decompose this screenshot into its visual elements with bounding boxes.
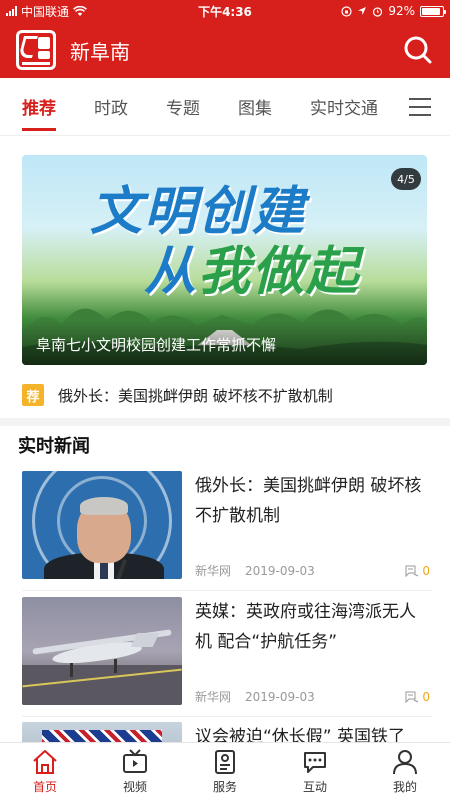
home-icon <box>33 750 57 774</box>
alarm-icon <box>373 6 383 17</box>
news-thumbnail <box>22 597 182 705</box>
location-icon <box>358 7 367 15</box>
app-header: 新阜南 <box>0 22 450 78</box>
banner-headline-2-first: 从 <box>144 242 199 302</box>
rotation-lock-icon <box>341 5 352 17</box>
category-tabs: 推荐 时政 专题 图集 实时交通 <box>0 78 450 136</box>
comment-count: 0 <box>422 563 430 578</box>
carrier-label: 中国联通 <box>21 4 70 19</box>
tab-recommend[interactable]: 推荐 <box>22 78 56 135</box>
comment-icon <box>405 565 419 577</box>
bottom-navigation: 首页 视频 服务 互动 我的 <box>0 742 450 800</box>
nav-service-label: 服务 <box>212 780 237 794</box>
battery-percent: 92% <box>388 4 415 18</box>
tab-traffic[interactable]: 实时交通 <box>310 78 378 135</box>
section-divider <box>0 418 450 426</box>
signal-icon <box>6 6 17 16</box>
recommend-badge: 荐 <box>22 384 44 406</box>
comment-count: 0 <box>422 689 430 704</box>
news-title: 英媒：英政府或往海湾派无人机 配合“护航任务” <box>195 602 416 652</box>
nav-mine-label: 我的 <box>392 780 417 794</box>
banner-page-counter: 4/5 <box>391 168 421 190</box>
section-title: 实时新闻 <box>18 436 90 457</box>
item-separator <box>22 716 432 717</box>
news-source: 新华网 <box>195 690 232 704</box>
status-right: 92% <box>294 4 446 18</box>
banner-carousel[interactable]: 文明创建 从我做起 4/5 阜南七小文明校园创建工作常抓不懈 <box>22 155 427 365</box>
banner-headline-2: 从我做起 <box>144 229 360 304</box>
recommend-text: 俄外长：美国挑衅伊朗 破坏核不扩散机制 <box>58 386 333 405</box>
banner-caption: 阜南七小文明校园创建工作常抓不懈 <box>36 336 277 354</box>
search-icon <box>404 36 432 64</box>
news-date: 2019-09-03 <box>245 689 315 704</box>
search-button[interactable] <box>402 34 434 66</box>
nav-interact[interactable]: 互动 <box>270 743 360 800</box>
status-time: 下午4:36 <box>198 4 252 19</box>
nav-home[interactable]: 首页 <box>0 743 90 800</box>
news-item[interactable]: 俄外长：美国挑衅伊朗 破坏核不扩散机制 新华网 2019-09-03 0 <box>22 471 432 581</box>
status-bar: 中国联通 下午4:36 92% <box>0 0 450 22</box>
news-meta: 新华网 2019-09-03 0 <box>195 688 430 705</box>
nav-video[interactable]: 视频 <box>90 743 180 800</box>
recommend-ticker[interactable]: 荐 俄外长：美国挑衅伊朗 破坏核不扩散机制 <box>22 380 427 410</box>
menu-icon <box>409 97 431 100</box>
tab-topics[interactable]: 专题 <box>166 78 200 135</box>
user-icon <box>393 750 417 775</box>
nav-home-label: 首页 <box>32 780 57 794</box>
tab-politics[interactable]: 时政 <box>94 78 128 135</box>
app-title: 新阜南 <box>70 39 130 64</box>
tabs-scroll: 推荐 时政 专题 图集 实时交通 <box>0 78 390 135</box>
news-thumbnail <box>22 471 182 579</box>
item-separator <box>22 590 432 591</box>
news-meta: 新华网 2019-09-03 0 <box>195 562 430 579</box>
menu-button[interactable] <box>390 78 450 135</box>
nav-interact-label: 互动 <box>302 780 327 794</box>
nav-mine[interactable]: 我的 <box>360 743 450 800</box>
news-source: 新华网 <box>195 564 232 578</box>
nav-video-label: 视频 <box>122 780 147 794</box>
battery-icon <box>420 5 446 17</box>
tab-gallery[interactable]: 图集 <box>238 78 272 135</box>
news-comments: 0 <box>405 690 430 704</box>
news-item[interactable]: 英媒：英政府或往海湾派无人机 配合“护航任务” 新华网 2019-09-03 0 <box>22 597 432 707</box>
app-logo <box>16 30 56 70</box>
chat-icon <box>304 752 326 773</box>
service-icon <box>215 750 235 774</box>
news-title: 俄外长：美国挑衅伊朗 破坏核不扩散机制 <box>195 476 422 526</box>
news-comments: 0 <box>405 564 430 578</box>
status-left: 中国联通 <box>6 3 156 20</box>
news-date: 2019-09-03 <box>245 563 315 578</box>
nav-service[interactable]: 服务 <box>180 743 270 800</box>
wifi-icon <box>73 5 87 16</box>
tv-icon <box>123 749 147 773</box>
comment-icon <box>405 691 419 703</box>
banner-headline-2-rest: 我做起 <box>198 242 361 302</box>
